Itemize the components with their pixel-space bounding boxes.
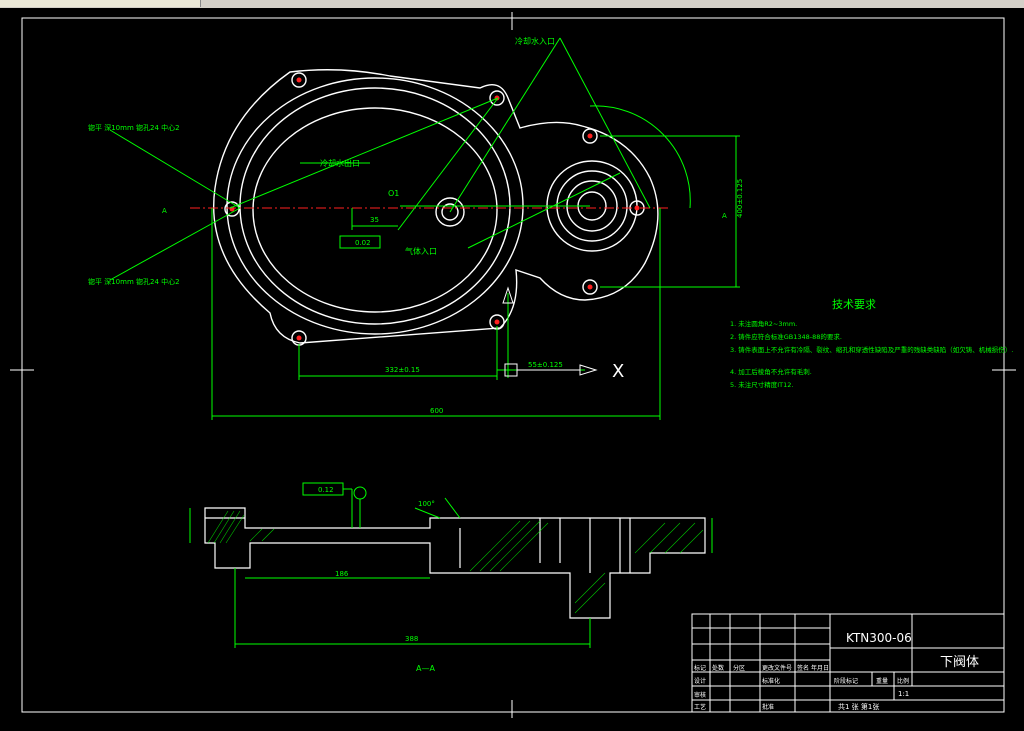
dim-center-offset: 55±0.125 <box>528 361 563 369</box>
drawing-number: KTN300-06 <box>846 631 912 645</box>
tb-cell: 重量 <box>876 677 888 685</box>
tech-req-item: 5. 未注尺寸精度IT12. <box>730 380 794 389</box>
tb-cell: 工艺 <box>694 703 706 711</box>
inlet-top-label: 冷却水入口 <box>515 36 555 46</box>
center-mark: O1 <box>388 189 399 198</box>
tb-cell: 比例 <box>897 677 909 685</box>
scale-value: 1:1 <box>898 690 909 698</box>
part-name: 下阀体 <box>940 655 979 670</box>
tech-req-item: 3. 铸件表面上不允许有冷隔、裂纹、缩孔和穿透性缺陷及严重的残缺类缺陷（如欠铸、… <box>730 345 1013 354</box>
dimension-lines <box>109 37 740 420</box>
dim-section-total: 388 <box>405 635 418 643</box>
cad-drawing-canvas[interactable]: 冷却水入口 冷却水出口 气体入口 锪平 深10mm 锪孔24 中心2 锪平 深1… <box>0 8 1024 731</box>
dim-small-offset: 35 <box>370 216 379 224</box>
dim-tolerance-2: 0.12 <box>318 486 334 494</box>
top-view <box>212 69 659 346</box>
mark-a-left: A <box>162 207 167 215</box>
section-view <box>204 507 706 619</box>
drawing-labels: 冷却水入口 冷却水出口 气体入口 锪平 深10mm 锪孔24 中心2 锪平 深1… <box>88 36 1013 711</box>
outlet-label: 冷却水出口 <box>320 158 360 168</box>
dim-bolt-spacing: 332±0.15 <box>385 366 420 374</box>
dim-tolerance-1: 0.02 <box>355 239 371 247</box>
tech-req-item: 4. 加工后棱角不允许有毛刺. <box>730 367 812 376</box>
note-lower-left: 锪平 深10mm 锪孔24 中心2 <box>88 277 180 286</box>
toolbar-strip <box>0 0 1024 8</box>
tb-cell: 分区 <box>733 664 745 672</box>
tb-cell: 签名 <box>797 664 809 672</box>
note-upper-left: 锪平 深10mm 锪孔24 中心2 <box>88 123 180 132</box>
dim-right-height: 400±0.125 <box>736 179 744 218</box>
drawing-frame <box>10 12 1016 718</box>
dim-section-length: 186 <box>335 570 349 578</box>
tb-cell: 标记 <box>694 664 706 672</box>
center-inlet-label: 气体入口 <box>405 246 437 256</box>
tech-req-item: 2. 铸件应符合标准GB1348-88的要求. <box>730 332 842 341</box>
section-dimensions <box>189 482 713 648</box>
toolbar-tab[interactable] <box>0 0 161 7</box>
tb-cell: 标准化 <box>762 677 780 685</box>
tb-cell: 审核 <box>694 691 706 699</box>
mark-a-right: A <box>722 212 727 220</box>
tb-cell: 设计 <box>694 677 706 685</box>
tb-cell: 阶段标记 <box>834 677 858 685</box>
tb-cell: 年月日 <box>811 664 829 672</box>
section-hatch <box>207 510 704 614</box>
tb-cell: 批准 <box>762 703 774 711</box>
axis-x-label: X <box>612 361 624 382</box>
toolbar-tab-small[interactable] <box>160 0 201 7</box>
sheet-info: 共1 张 第1张 <box>838 702 879 711</box>
tb-cell: 处数 <box>712 664 724 672</box>
dim-angle: 100° <box>418 500 435 508</box>
tech-req-item: 1. 未注圆角R2~3mm. <box>730 319 797 328</box>
dim-width-total: 600 <box>430 407 443 415</box>
tb-cell: 更改文件号 <box>762 664 792 672</box>
section-name: A—A <box>416 664 435 673</box>
tech-req-title: 技术要求 <box>832 298 876 311</box>
